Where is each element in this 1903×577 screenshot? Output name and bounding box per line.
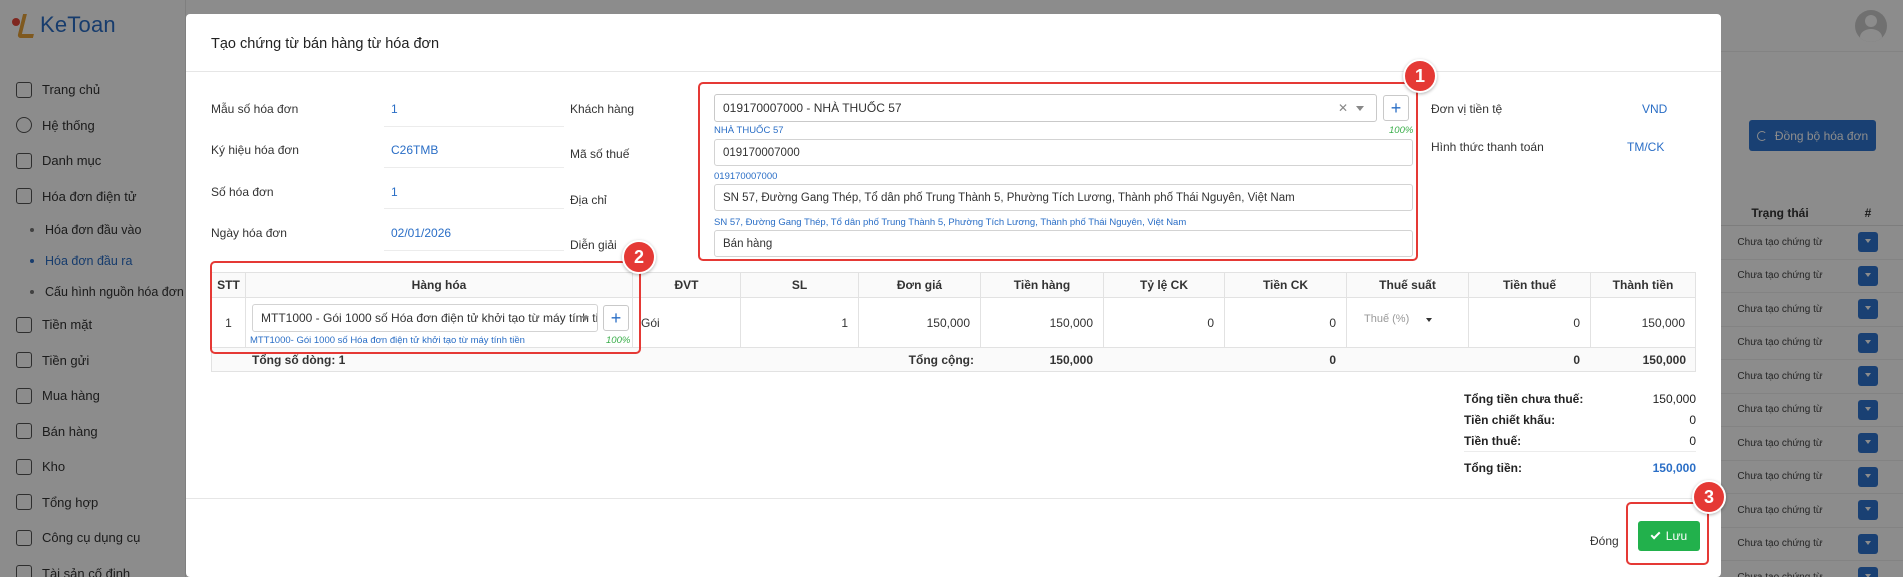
annotation-badge-2: 2 [622,240,656,274]
column-header-total: Thành tiền [1590,272,1696,298]
row-count: Tổng số dòng: 1 [252,353,346,367]
form-no-value: 1 [391,102,398,116]
row-amount[interactable]: 150,000 [980,298,1103,348]
divider [384,167,564,168]
sum-discount: 0 [1329,353,1336,367]
divider [186,498,1721,499]
sum-tax: 0 [1573,353,1580,367]
currency-value[interactable]: VND [1642,102,1667,116]
divider [384,126,564,127]
address-input[interactable]: SN 57, Đường Gang Thép, Tổ dân phố Trung… [714,184,1413,211]
plus-icon: + [1390,97,1402,118]
divider [384,250,564,251]
row-tax[interactable]: 0 [1468,298,1590,348]
address-value: SN 57, Đường Gang Thép, Tổ dân phố Trung… [723,191,1295,204]
customer-select-value: 019170007000 - NHÀ THUỐC 57 [723,101,902,115]
form-no-label: Mẫu số hóa đơn [211,102,299,116]
sum-total: 150,000 [1642,353,1686,367]
row-total: 150,000 [1590,298,1696,348]
tax-total-value: 0 [1689,434,1696,448]
address-hint: SN 57, Đường Gang Thép, Tổ dân phố Trung… [714,217,1187,228]
sum-label: Tổng cộng: [908,353,974,367]
item-select-value: MTT1000 - Gói 1000 số Hóa đơn điện tử kh… [261,311,598,325]
add-customer-button[interactable]: + [1383,95,1409,121]
divider [186,71,1721,72]
annotation-badge-3: 3 [1692,480,1726,514]
currency-label: Đơn vị tiền tệ [1431,102,1503,116]
row-discount-rate[interactable]: 0 [1103,298,1224,348]
grand-total-label: Tổng tiền: [1464,461,1522,475]
plus-icon: + [610,307,622,328]
payment-method-label: Hình thức thanh toán [1431,140,1544,154]
column-header-stt: STT [211,272,245,298]
invoice-number-label: Số hóa đơn [211,185,274,199]
invoice-date-label: Ngày hóa đơn [211,226,287,240]
column-header-tax-rate: Thuế suất [1346,272,1468,298]
invoice-number-value: 1 [391,185,398,199]
address-label: Địa chỉ [570,193,607,207]
tax-code-label: Mã số thuế [570,147,630,161]
sum-amount: 150,000 [1049,353,1093,367]
pretax-total-value: 150,000 [1652,392,1696,406]
row-qty[interactable]: 1 [740,298,858,348]
item-match-percent: 100% [606,335,631,346]
column-header-discount: Tiền CK [1224,272,1346,298]
payment-method-value[interactable]: TM/CK [1627,140,1664,154]
add-item-button[interactable]: + [603,305,629,331]
close-icon[interactable]: ✕ [1338,101,1348,115]
customer-match-hint: NHÀ THUỐC 57 [714,125,784,136]
column-header-tax: Tiền thuế [1468,272,1590,298]
column-header-discount-rate: Tỷ lệ CK [1103,272,1224,298]
tax-total-label: Tiền thuế: [1464,434,1522,448]
grand-total-value: 150,000 [1652,461,1696,475]
column-header-qty: SL [740,272,858,298]
row-unit[interactable]: Gói [632,298,740,348]
description-value: Bán hàng [723,237,773,250]
chevron-down-icon[interactable] [1356,106,1364,111]
discount-total-value: 0 [1689,413,1696,427]
column-header-price: Đơn giá [858,272,980,298]
create-sales-voucher-modal: Tạo chứng từ bán hàng từ hóa đơn Mẫu số … [186,14,1721,577]
check-icon [1650,529,1661,540]
tax-code-input[interactable]: 019170007000 [714,139,1413,166]
column-header-item: Hàng hóa [245,272,632,298]
invoice-date-value: 02/01/2026 [391,226,452,240]
tax-rate-select[interactable]: Thuế (%) [1364,313,1409,325]
column-header-amount: Tiền hàng [980,272,1103,298]
symbol-value: C26TMB [391,143,439,157]
close-button[interactable]: Đóng [1590,534,1619,548]
customer-select[interactable]: 019170007000 - NHÀ THUỐC 57 ✕ [714,94,1377,122]
save-button-label: Lưu [1665,529,1688,543]
description-input[interactable]: Bán hàng [714,230,1413,257]
customer-label: Khách hàng [570,102,635,116]
row-stt: 1 [211,298,245,348]
row-price[interactable]: 150,000 [858,298,980,348]
save-button[interactable]: Lưu [1638,521,1700,551]
discount-total-label: Tiền chiết khấu: [1464,413,1556,427]
description-label: Diễn giải [570,238,617,252]
tax-code-value: 019170007000 [723,146,800,159]
annotation-badge-1: 1 [1403,59,1437,93]
chevron-down-icon[interactable] [1426,318,1432,322]
chevron-down-icon[interactable] [581,316,589,321]
tax-code-hint: 019170007000 [714,171,778,182]
customer-match-percent: 100% [1389,125,1414,136]
column-header-unit: ĐVT [632,272,740,298]
item-select[interactable]: MTT1000 - Gói 1000 số Hóa đơn điện tử kh… [252,304,598,332]
symbol-label: Ký hiệu hóa đơn [211,143,299,157]
item-match-hint: MTT1000- Gói 1000 số Hóa đơn điện tử khở… [250,335,525,346]
divider [384,208,564,209]
pretax-total-label: Tổng tiền chưa thuế: [1464,392,1584,406]
modal-title: Tạo chứng từ bán hàng từ hóa đơn [211,36,440,52]
row-discount[interactable]: 0 [1224,298,1346,348]
divider [1464,451,1696,452]
